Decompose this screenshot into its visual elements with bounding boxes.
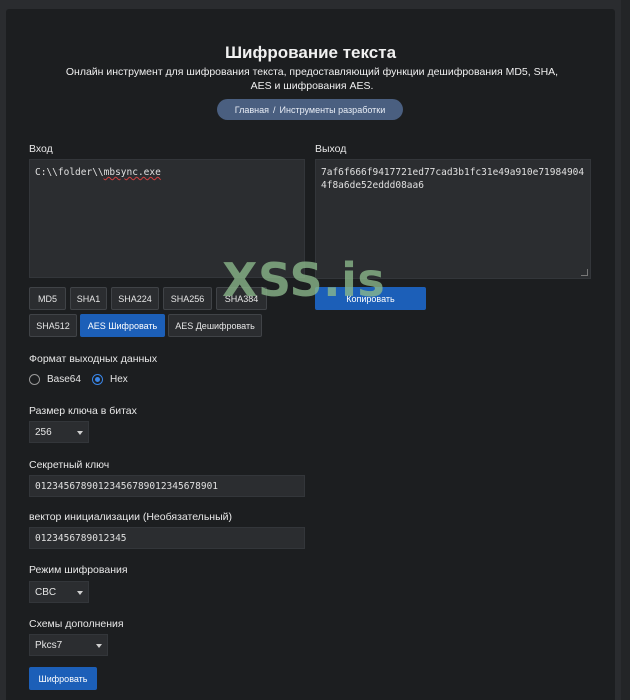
breadcrumb-home[interactable]: Главная xyxy=(235,105,269,115)
input-text-filename: mbsync.exe xyxy=(103,167,161,178)
chevron-down-icon xyxy=(77,591,83,595)
key-size-label: Размер ключа в битах xyxy=(29,405,137,417)
hex-radio[interactable] xyxy=(92,374,103,385)
page-description: Онлайн инструмент для шифрования текста,… xyxy=(65,66,559,92)
padding-value: Pkcs7 xyxy=(35,639,63,651)
sha224-button[interactable]: SHA224 xyxy=(111,287,159,310)
sha1-button[interactable]: SHA1 xyxy=(70,287,107,310)
breadcrumb-current[interactable]: Инструменты разработки xyxy=(280,105,386,115)
hex-radio-label: Hex xyxy=(110,374,128,385)
breadcrumb-separator: / xyxy=(273,104,276,115)
padding-select[interactable]: Pkcs7 xyxy=(29,634,108,656)
input-label: Вход xyxy=(29,143,53,155)
secret-key-label: Секретный ключ xyxy=(29,459,110,471)
sha512-button[interactable]: SHA512 xyxy=(29,314,77,337)
base64-radio[interactable] xyxy=(29,374,40,385)
input-text-prefix: C:\\folder\\ xyxy=(35,167,104,178)
mode-value: CBC xyxy=(35,586,57,598)
output-text: 7af6f666f9417721ed77cad3b1fc31e49a910e71… xyxy=(321,167,585,191)
base64-radio-label: Base64 xyxy=(47,374,81,385)
page-scrollbar[interactable] xyxy=(621,0,630,700)
iv-label: вектор инициализации (Необязательный) xyxy=(29,511,232,523)
key-size-select[interactable]: 256 xyxy=(29,421,89,443)
output-label: Выход xyxy=(315,143,347,155)
watermark: XSS.is xyxy=(222,253,386,307)
aes-encrypt-button[interactable]: AES Шифровать xyxy=(80,314,165,337)
page-title: Шифрование текста xyxy=(224,43,397,62)
chevron-down-icon xyxy=(77,431,83,435)
chevron-down-icon xyxy=(96,644,102,648)
resize-handle-icon[interactable] xyxy=(581,269,588,276)
iv-input[interactable]: 0123456789012345 xyxy=(29,527,305,549)
key-size-value: 256 xyxy=(35,426,52,438)
encrypt-button[interactable]: Шифровать xyxy=(29,667,97,690)
md5-button[interactable]: MD5 xyxy=(29,287,66,310)
mode-select[interactable]: CBC xyxy=(29,581,89,603)
sha256-button[interactable]: SHA256 xyxy=(163,287,212,310)
aes-decrypt-button[interactable]: AES Дешифровать xyxy=(168,314,262,337)
mode-label: Режим шифрования xyxy=(29,564,128,576)
breadcrumb: Главная / Инструменты разработки xyxy=(217,99,403,120)
output-format-label: Формат выходных данных xyxy=(29,353,158,365)
padding-label: Схемы дополнения xyxy=(29,618,124,630)
secret-key-input[interactable]: 01234567890123456789012345678901 xyxy=(29,475,305,497)
